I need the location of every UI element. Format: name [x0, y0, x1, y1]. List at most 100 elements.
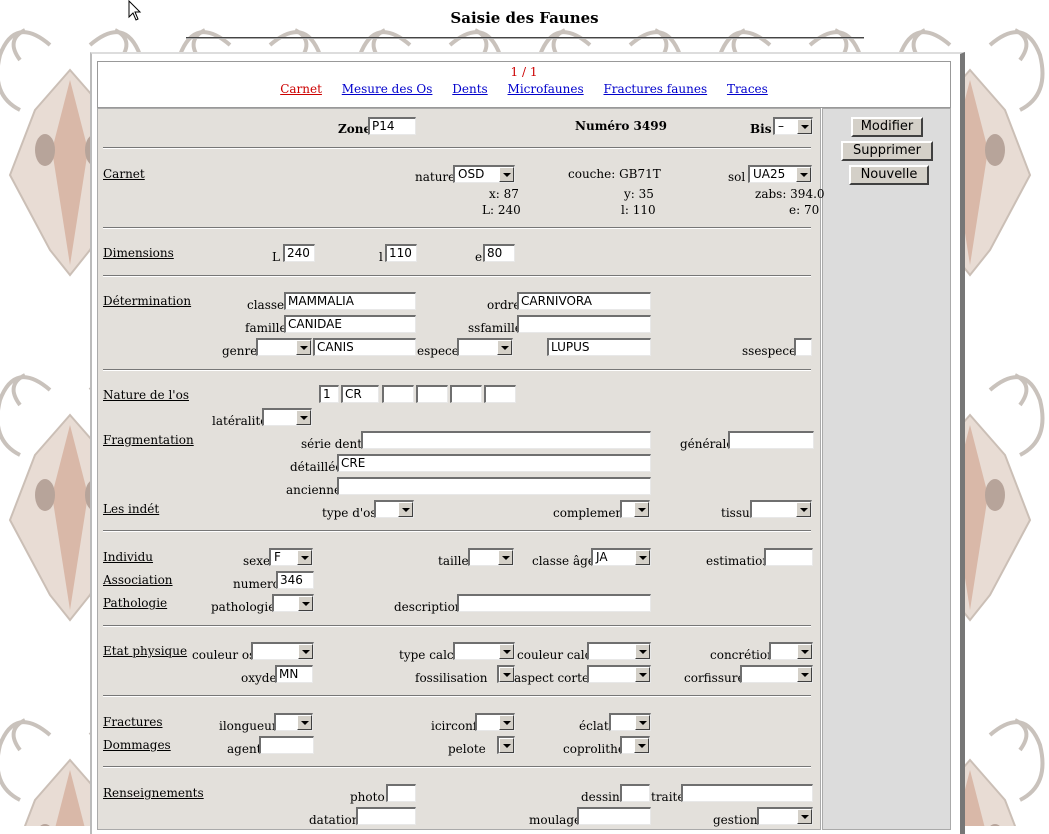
espece-select[interactable]	[457, 338, 513, 356]
sexe-label: sexe	[243, 554, 271, 568]
fossilisation-select[interactable]	[497, 665, 515, 683]
taille-label: taille	[438, 554, 469, 568]
chevron-down-icon	[298, 644, 313, 659]
estimation-input[interactable]	[764, 548, 813, 566]
ssfamille-input[interactable]	[517, 315, 651, 333]
eclat-select[interactable]	[609, 713, 651, 731]
carnet-e-display: e: 70	[789, 203, 820, 217]
lateralite-select[interactable]	[262, 408, 312, 426]
datation-input[interactable]	[356, 807, 416, 825]
nature-os-input-5[interactable]	[450, 385, 482, 403]
traite-input[interactable]	[681, 784, 813, 802]
classe-input[interactable]: MAMMALIA	[284, 292, 416, 310]
pathologie-label: pathologie	[211, 600, 276, 614]
coprolithe-select[interactable]	[620, 736, 650, 754]
famille-input[interactable]: CANIDAE	[284, 315, 416, 333]
nature-os-input-4[interactable]	[416, 385, 448, 403]
classe-age-select[interactable]: JA	[591, 548, 651, 566]
numero-input[interactable]: 346	[276, 571, 314, 589]
generale-input[interactable]	[728, 431, 814, 449]
fragmentation-section-link[interactable]: Fragmentation	[103, 433, 194, 447]
aspect-cortex-label: aspect cortex	[514, 671, 596, 685]
photo-input[interactable]	[386, 784, 416, 802]
renseignements-section-link[interactable]: Renseignements	[103, 786, 204, 800]
sexe-select[interactable]: F	[269, 548, 313, 566]
genre-input[interactable]: CANIS	[313, 338, 416, 356]
nature-select[interactable]: OSD	[453, 165, 515, 183]
individu-section-link[interactable]: Individu	[103, 550, 153, 564]
pathologie-select[interactable]	[272, 594, 314, 612]
tab-mesure-des-os[interactable]: Mesure des Os	[342, 82, 433, 96]
description-input[interactable]	[457, 594, 651, 612]
carnet-L-display: L: 240	[482, 203, 521, 217]
type-calci-select[interactable]	[453, 642, 515, 660]
carnet-section-link[interactable]: Carnet	[103, 167, 145, 181]
dim-l-input[interactable]: 110	[385, 244, 417, 262]
association-section-link[interactable]: Association	[103, 573, 173, 587]
classe-label: classe	[247, 298, 285, 312]
chevron-down-icon	[634, 738, 649, 753]
generale-label: générale	[680, 437, 734, 451]
chevron-down-icon	[297, 715, 312, 730]
nature-os-input-2[interactable]: CR	[341, 385, 379, 403]
complement-select[interactable]	[620, 500, 650, 518]
dommages-section-link[interactable]: Dommages	[103, 738, 171, 752]
espece-input[interactable]: LUPUS	[547, 338, 651, 356]
gestion-select[interactable]	[757, 807, 813, 825]
nouvelle-button[interactable]: Nouvelle	[849, 165, 929, 185]
aspect-cortex-select[interactable]	[587, 665, 651, 683]
nature-os-input-1[interactable]: 1	[319, 385, 339, 403]
tissu-select[interactable]	[750, 500, 812, 518]
chevron-down-icon	[296, 340, 311, 355]
icirconf-select[interactable]	[475, 713, 515, 731]
y-display: y: 35	[624, 187, 654, 201]
dessin-input[interactable]	[620, 784, 650, 802]
description-label: description	[394, 600, 463, 614]
corfissure-select[interactable]	[740, 665, 813, 683]
ilongueur-label: ilongueur	[219, 719, 278, 733]
modifier-button[interactable]: Modifier	[851, 117, 923, 137]
nature-os-section-link[interactable]: Nature de l'os	[103, 388, 189, 402]
nature-os-input-3[interactable]	[382, 385, 414, 403]
dim-l-label: l	[379, 250, 383, 264]
supprimer-button[interactable]: Supprimer	[841, 141, 933, 161]
serie-dentaire-input[interactable]	[361, 431, 651, 449]
ordre-input[interactable]: CARNIVORA	[517, 292, 651, 310]
pathologie-section-link[interactable]: Pathologie	[103, 596, 167, 610]
couleur-os-select[interactable]	[251, 642, 314, 660]
concretion-select[interactable]	[769, 642, 813, 660]
detaillee-input[interactable]: CRE	[337, 454, 651, 472]
detaillee-label: détaillée	[290, 460, 343, 474]
taille-select[interactable]	[468, 548, 514, 566]
fossilisation-label: fossilisation	[415, 671, 488, 685]
genre-select[interactable]	[256, 338, 312, 356]
tab-carnet[interactable]: Carnet	[280, 82, 322, 96]
tab-traces[interactable]: Traces	[727, 82, 768, 96]
pelote-select[interactable]	[497, 736, 515, 754]
dimensions-section-link[interactable]: Dimensions	[103, 246, 174, 260]
ssespece-input[interactable]	[794, 338, 812, 356]
couleur-calci-select[interactable]	[587, 642, 651, 660]
ilongueur-select[interactable]	[274, 713, 313, 731]
fractures-section-link[interactable]: Fractures	[103, 715, 162, 729]
indet-section-link[interactable]: Les indét	[103, 502, 159, 516]
dim-e-input[interactable]: 80	[483, 244, 515, 262]
tab-dents[interactable]: Dents	[452, 82, 487, 96]
oxyde-input[interactable]: MN	[275, 665, 313, 683]
ssfamille-label: ssfamille	[468, 321, 522, 335]
zone-input[interactable]: P14	[368, 117, 416, 135]
determination-section-link[interactable]: Détermination	[103, 294, 191, 308]
ancienne-input[interactable]	[337, 477, 651, 495]
dim-L-input[interactable]: 240	[283, 244, 315, 262]
tab-fractures-faunes[interactable]: Fractures faunes	[603, 82, 707, 96]
agent-input[interactable]	[259, 736, 314, 754]
tab-microfaunes[interactable]: Microfaunes	[508, 82, 584, 96]
type-os-label: type d'os	[322, 506, 377, 520]
sol-select[interactable]: UA25	[748, 165, 812, 183]
nature-os-input-6[interactable]	[484, 385, 516, 403]
section-divider	[103, 275, 811, 277]
moulage-input[interactable]	[577, 807, 651, 825]
type-os-select[interactable]	[374, 500, 414, 518]
etat-physique-section-link[interactable]: Etat physique	[103, 644, 187, 658]
bis-select[interactable]: –	[773, 117, 813, 135]
